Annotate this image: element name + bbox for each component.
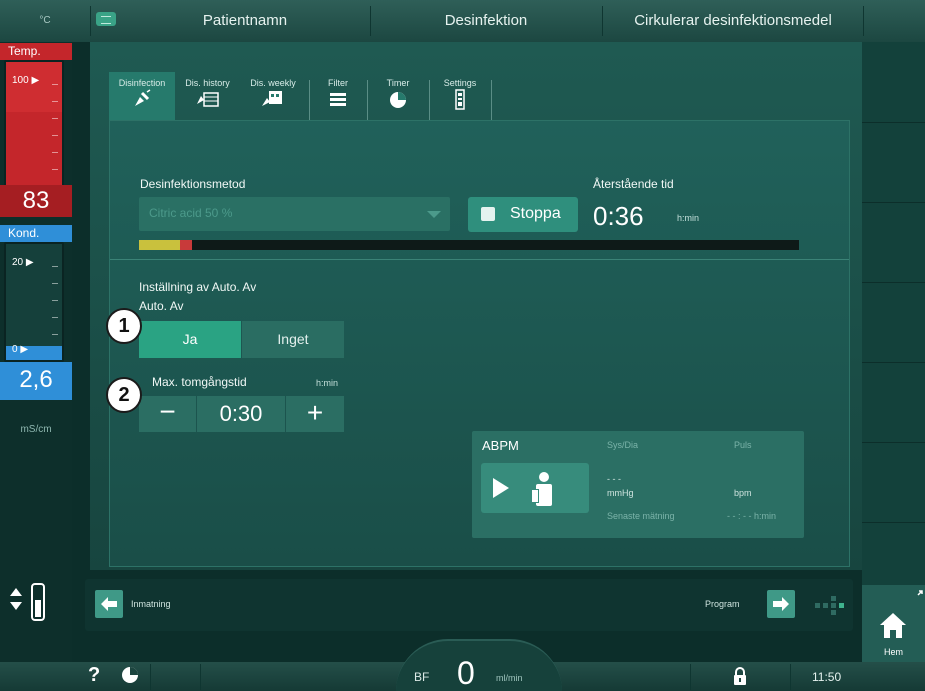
tab-timer[interactable]: Timer xyxy=(367,72,429,122)
back-arrow-button[interactable] xyxy=(95,590,123,618)
auto-off-none-button[interactable]: Inget xyxy=(242,321,344,358)
cond-value: 2,6 xyxy=(0,362,72,400)
sys-dia-value: - - - xyxy=(607,474,621,484)
temp-gauge: 100 ▶ 25 xyxy=(4,60,64,202)
temp-scale-high: 100 ▶ xyxy=(12,75,40,86)
mode-title: Desinfektion xyxy=(444,12,528,29)
bf-value: 0 xyxy=(457,655,475,691)
sys-dia-label: Sys/Dia xyxy=(607,440,639,450)
abpm-title: ABPM xyxy=(482,438,519,453)
home-icon xyxy=(880,590,923,638)
tab-label: Dis. weekly xyxy=(250,78,296,88)
pressure-unit: mmHg xyxy=(607,488,634,498)
progress-marker xyxy=(179,240,192,250)
right-column xyxy=(862,42,925,632)
temp-title: Temp. xyxy=(0,43,72,60)
tab-settings[interactable]: Settings xyxy=(429,72,491,122)
program-title: Cirkulerar desinfektionsmedel xyxy=(634,12,832,29)
abpm-start-button[interactable] xyxy=(481,463,589,513)
stop-icon xyxy=(481,207,495,221)
bottom-nav: Inmatning Program xyxy=(85,579,853,631)
arrow-right-icon xyxy=(773,597,789,611)
phase-indicator-icon xyxy=(813,594,849,616)
bf-label: BF xyxy=(414,670,430,684)
remaining-unit: h:min xyxy=(677,213,700,223)
temperature-unit: °C xyxy=(39,15,51,26)
pulse-label: Puls xyxy=(734,440,752,450)
last-measure-value: - - : - - h:min xyxy=(727,511,776,521)
patient-name-label[interactable]: Patientnamn xyxy=(120,4,370,38)
level-adjust-control[interactable] xyxy=(0,572,72,632)
tab-label: Dis. history xyxy=(185,78,230,88)
auto-off-yes-button[interactable]: Ja xyxy=(139,321,241,358)
callout-1: 1 xyxy=(106,308,142,344)
timer-icon xyxy=(367,88,429,116)
cond-title: Kond. xyxy=(0,225,72,242)
method-select: Citric acid 50 % xyxy=(139,197,450,231)
remaining-value: 0:36 xyxy=(593,201,644,231)
filter-icon xyxy=(309,88,367,116)
pulse-unit: bpm xyxy=(734,488,752,498)
settings-icon xyxy=(429,88,491,116)
method-value: Citric acid 50 % xyxy=(149,206,233,220)
increase-button[interactable]: + xyxy=(286,396,344,432)
timer-icon xyxy=(122,667,138,683)
temp-value: 83 xyxy=(0,185,72,217)
help-button[interactable]: ? xyxy=(88,664,100,687)
home-button[interactable]: Hem xyxy=(862,585,925,662)
weekly-icon xyxy=(240,88,306,116)
arrow-left-icon xyxy=(101,597,117,611)
tab-dis-history[interactable]: Dis. history xyxy=(175,72,240,122)
patient-card-icon[interactable] xyxy=(96,12,116,26)
nav-forward-label[interactable]: Program xyxy=(705,599,740,609)
chevron-down-icon xyxy=(427,211,441,218)
play-icon xyxy=(493,478,509,498)
tab-label: Filter xyxy=(328,78,348,88)
idle-time-unit: h:min xyxy=(316,378,339,388)
top-bar: °C Patientnamn Desinfektion Cirkulerar d… xyxy=(0,0,925,42)
tab-disinfection[interactable]: Disinfection xyxy=(109,72,175,122)
last-measure-label: Senaste mätning xyxy=(607,511,675,521)
callout-2: 2 xyxy=(106,377,142,413)
progress-fill xyxy=(139,240,180,250)
cond-scale-high: 20 ▶ xyxy=(12,257,34,268)
forward-arrow-button[interactable] xyxy=(767,590,795,618)
auto-off-label: Auto. Av xyxy=(139,299,184,313)
remaining-label: Återstående tid xyxy=(593,177,674,191)
method-label: Desinfektionsmetod xyxy=(140,177,246,191)
auto-off-section-title: Inställning av Auto. Av xyxy=(139,280,257,294)
lock-button[interactable] xyxy=(732,666,748,691)
clock: 11:50 xyxy=(812,670,842,684)
level-adjust-icon xyxy=(10,583,45,621)
bf-unit: ml/min xyxy=(496,673,523,683)
idle-time-label: Max. tomgångstid xyxy=(152,375,247,389)
tab-filter[interactable]: Filter xyxy=(309,72,367,122)
home-label: Hem xyxy=(883,647,903,657)
lock-icon xyxy=(734,667,746,685)
cond-unit: mS/cm xyxy=(20,424,52,435)
history-icon xyxy=(175,88,240,116)
abpm-panel: ABPM Sys/Dia Puls - - - mmHg bpm Senaste… xyxy=(472,431,804,538)
idle-time-value: 0:30 xyxy=(197,396,285,432)
cond-gauge: 20 ▶ 0 ▶ xyxy=(4,242,64,362)
timer-status-button[interactable] xyxy=(120,665,140,690)
section-divider xyxy=(110,259,849,260)
tab-dis-weekly[interactable]: Dis. weekly xyxy=(240,72,306,122)
tab-label: Settings xyxy=(443,78,477,88)
tab-label: Timer xyxy=(386,78,410,88)
patient-monitor-icon xyxy=(529,471,559,507)
tab-label: Disinfection xyxy=(118,78,166,88)
nav-back-label[interactable]: Inmatning xyxy=(131,599,171,609)
disinfection-progress-bar xyxy=(139,240,799,250)
left-monitor-column: Temp. 100 ▶ 25 83 Kond. 20 ▶ 0 ▶ 2,6 mS/… xyxy=(0,42,72,691)
decrease-button[interactable]: − xyxy=(139,396,196,432)
cond-scale-low: 0 ▶ xyxy=(12,344,29,355)
stop-button[interactable]: Stoppa xyxy=(468,197,578,232)
stop-label: Stoppa xyxy=(510,205,561,222)
disinfection-icon xyxy=(109,88,175,116)
